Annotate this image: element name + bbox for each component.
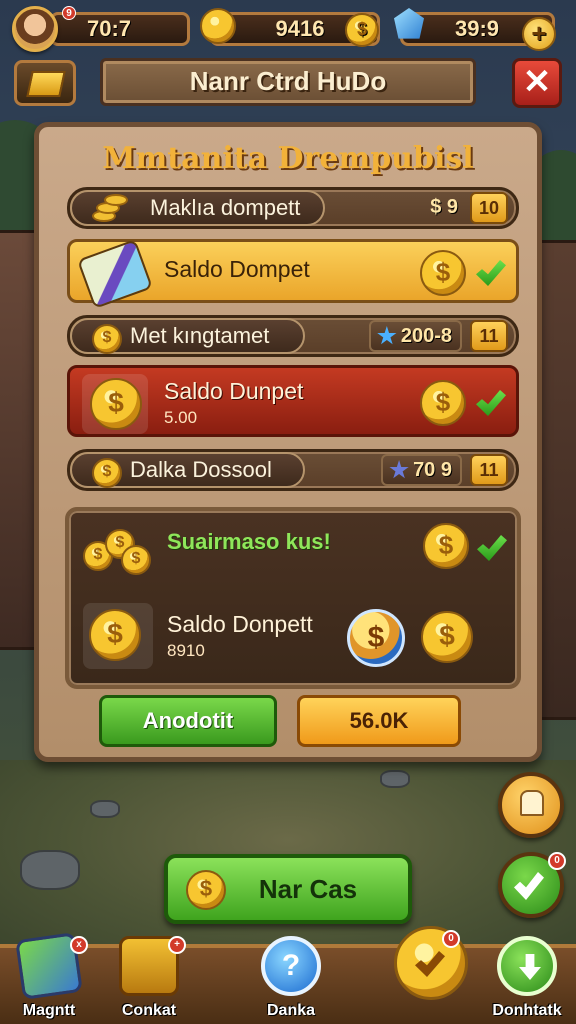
avatar[interactable] <box>12 6 58 52</box>
nav-label: Danka <box>266 1002 316 1019</box>
nav-item-contacts[interactable]: + Conkat <box>104 936 194 1024</box>
coin-item-pic: $ <box>83 603 153 669</box>
blue-coin-icon[interactable]: $ <box>347 609 405 667</box>
rock <box>380 770 410 788</box>
coin-icon: $ <box>92 458 122 488</box>
row-value: 200-8 <box>368 320 462 352</box>
gold-pile-icon: $ $ $ <box>81 521 151 577</box>
price-button[interactable]: 56.0K <box>297 695 461 747</box>
box-icon <box>26 71 66 97</box>
download-icon <box>497 936 557 996</box>
reward-box: $ $ $ Suairmaso kus! $ $ Saldo Donpett 8… <box>65 507 521 689</box>
row-label-box: Maklıa dompett <box>70 190 325 226</box>
row-label: Met kıngtamet <box>130 323 270 348</box>
bottom-nav: x Magntt + Conkat ? Danka 0 Donhtatk <box>0 926 576 1024</box>
row-badge[interactable]: 11 <box>470 320 508 352</box>
gold-coin-icon <box>200 8 236 44</box>
reward-title: Suairmaso kus! <box>167 529 331 554</box>
main-action-label: Nar Cas <box>258 874 358 904</box>
list-item[interactable]: Saldo Dompet $ <box>67 238 519 310</box>
add-gems-button[interactable]: + <box>522 17 556 51</box>
notification-badge: 0 <box>442 930 460 948</box>
gem-icon <box>389 460 409 479</box>
nav-item-gold[interactable]: 0 <box>386 926 476 1024</box>
chef-button[interactable] <box>498 772 564 838</box>
coin-icon: $ <box>186 870 226 910</box>
rock <box>90 800 120 818</box>
row-sub: 5.00 <box>164 408 198 427</box>
chat-icon: ? <box>261 936 321 996</box>
chef-hat-icon <box>520 790 544 816</box>
reward-sub: 8910 <box>167 641 205 660</box>
row-label-box: $ Dalka Dossool <box>70 452 305 488</box>
row-value-text: 200-8 <box>400 325 452 347</box>
scroll-icon <box>76 238 154 310</box>
coin-icon: $ <box>90 378 142 430</box>
coin-icon: $ <box>420 250 466 296</box>
main-action-button[interactable]: $ Nar Cas <box>164 854 412 924</box>
row-value-text: 70 9 <box>413 459 452 481</box>
nav-label: Conkat <box>121 1002 177 1019</box>
row-value: 70 9 <box>381 454 462 486</box>
list-item[interactable]: Maklıa dompett $ 9 10 <box>67 187 519 229</box>
resource-3-value: 39:9 <box>455 16 500 41</box>
check-icon <box>514 872 544 900</box>
check-side-button[interactable]: 0 <box>498 852 566 918</box>
coin-icon: $ <box>420 380 466 426</box>
nav-label: Magntt <box>22 1002 76 1019</box>
coin-icon[interactable]: $ <box>421 611 473 663</box>
row-badge[interactable]: 10 <box>470 192 508 224</box>
row-label-box: $ Met kıngtamet <box>70 318 305 354</box>
resource-bar-3: 39:9 + <box>400 12 556 51</box>
coin-icon: $ <box>345 13 379 47</box>
check-icon[interactable] <box>477 535 507 561</box>
coin-icon: $ <box>89 609 141 661</box>
notification-badge: + <box>168 936 186 954</box>
main-panel: Mmtanita Drempubisl Maklıa dompett $ 9 1… <box>34 122 542 762</box>
row-value: $ 9 <box>430 196 458 218</box>
page-title: Nanr Ctrd HuDo <box>100 58 476 106</box>
reward-label: Saldo Donpett <box>167 611 313 637</box>
close-button[interactable]: ✕ <box>512 58 562 108</box>
resource-2-value: 9416 <box>275 16 325 41</box>
coin-icon: $ <box>92 324 122 354</box>
confirm-button[interactable]: Anodotit <box>99 695 277 747</box>
list-item[interactable]: $ Saldo Dunpet 5.00 $ <box>67 365 519 437</box>
row-label: Saldo Dompet <box>164 256 310 282</box>
nav-item-download[interactable]: Donhtatk <box>482 936 572 1024</box>
list-item[interactable]: $ Met kıngtamet 200-8 11 <box>67 315 519 357</box>
rock <box>20 850 80 890</box>
list-item[interactable]: $ Dalka Dossool 70 9 11 <box>67 449 519 491</box>
row-label: Maklıa dompett <box>150 195 301 220</box>
nav-item-map[interactable]: x Magntt <box>4 932 94 1024</box>
check-icon[interactable] <box>476 260 506 286</box>
nav-item-danka[interactable]: ? Danka <box>246 936 336 1024</box>
menu-button[interactable] <box>14 60 76 106</box>
star-icon <box>377 326 397 345</box>
level-badge: 9 <box>62 6 76 20</box>
coin-icon: $ <box>423 523 469 569</box>
resource-1-value: 70:7 <box>87 16 132 41</box>
row-badge[interactable]: 11 <box>470 454 508 486</box>
notification-badge: 0 <box>548 852 566 870</box>
notification-badge: x <box>70 936 88 954</box>
coin-item-pic: $ <box>82 374 148 434</box>
row-label: Saldo Dunpet <box>164 378 304 404</box>
panel-title: Mmtanita Drempubisl <box>102 141 474 176</box>
top-hud: 70:7 9416 $ 39:9 + 9 <box>10 6 566 52</box>
house-right <box>536 240 576 720</box>
row-label: Dalka Dossool <box>130 457 272 482</box>
coin-stack-icon <box>90 194 128 226</box>
check-icon[interactable] <box>476 390 506 416</box>
title-bar: Nanr Ctrd HuDo ✕ <box>14 58 562 108</box>
nav-label: Donhtatk <box>492 1002 562 1019</box>
